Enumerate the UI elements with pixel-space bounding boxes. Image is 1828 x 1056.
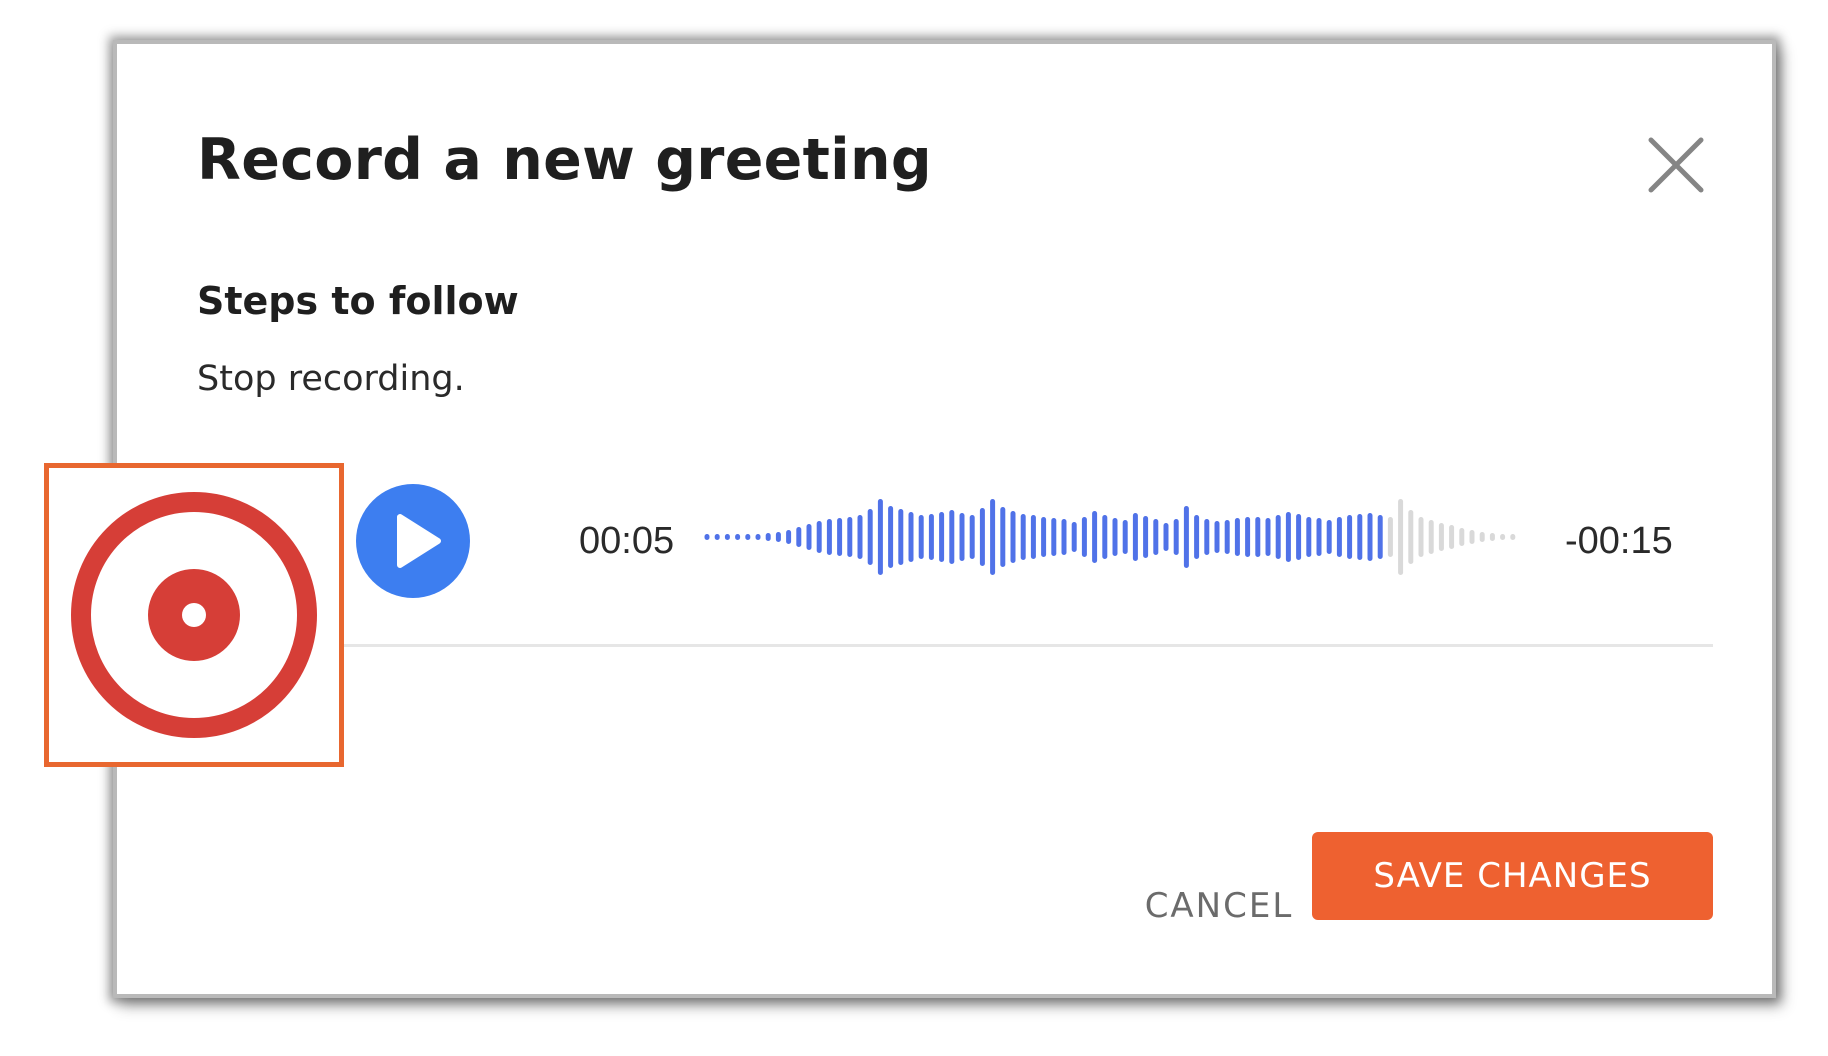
waveform-bar	[816, 521, 822, 553]
waveform-bar	[1010, 511, 1016, 563]
waveform-bar	[786, 530, 792, 544]
waveform-bar	[1245, 517, 1251, 557]
waveform-bar	[1357, 514, 1363, 560]
waveform-bar	[1469, 530, 1475, 544]
waveform-bar	[1275, 515, 1281, 559]
record-stop-icon[interactable]	[49, 468, 339, 762]
waveform-bar	[959, 513, 965, 561]
waveform-bar	[1234, 518, 1240, 556]
waveform-bar	[1449, 525, 1455, 549]
waveform-bar	[1398, 499, 1404, 575]
waveform-bar	[1510, 534, 1516, 540]
waveform-bar	[1143, 516, 1149, 558]
waveform-bar	[1132, 513, 1138, 561]
waveform-bar	[826, 519, 832, 555]
waveform-bar	[1336, 517, 1342, 557]
waveform-bar	[1316, 518, 1322, 556]
waveform-bar	[1418, 517, 1424, 557]
waveform-bar	[1102, 515, 1108, 559]
waveform-bar	[1326, 520, 1332, 554]
record-button-callout	[44, 463, 344, 767]
waveform-bar	[1153, 519, 1159, 555]
audio-waveform[interactable]	[702, 497, 1548, 577]
waveform-bar	[969, 515, 975, 559]
waveform-bar	[1030, 515, 1036, 559]
waveform-bar	[1183, 506, 1189, 568]
cancel-button[interactable]: CANCEL	[1119, 876, 1319, 936]
waveform-bar	[704, 534, 710, 540]
waveform-bar	[1255, 517, 1261, 557]
waveform-bar	[1347, 515, 1353, 559]
divider	[337, 644, 1713, 647]
waveform-bar	[765, 533, 771, 541]
audio-player: 00:05 -00:15	[117, 484, 1772, 606]
waveform-bar	[1163, 523, 1169, 551]
waveform-bar	[837, 518, 843, 556]
waveform-bar	[1204, 519, 1210, 555]
waveform-bar	[1285, 512, 1291, 562]
waveform-bar	[1041, 517, 1047, 557]
waveform-bar	[1194, 515, 1200, 559]
waveform-bar	[1489, 533, 1495, 541]
close-icon	[1648, 137, 1704, 193]
waveform-bar	[1000, 507, 1006, 567]
waveform-bar	[1377, 515, 1383, 559]
waveform-bar	[908, 512, 914, 562]
waveform-bar	[745, 534, 751, 540]
step-instruction: Stop recording.	[197, 359, 465, 399]
play-button[interactable]	[356, 484, 470, 598]
waveform-bar	[796, 527, 802, 547]
waveform-bar	[1112, 518, 1118, 556]
waveform-bar	[847, 517, 853, 557]
waveform-bar	[1306, 517, 1312, 557]
waveform-bar	[1092, 511, 1098, 563]
save-changes-button[interactable]: SAVE CHANGES	[1312, 832, 1713, 920]
waveform-bar	[755, 534, 761, 540]
waveform-bar	[1459, 528, 1465, 546]
waveform-bar	[1438, 523, 1444, 551]
waveform-bar	[1061, 519, 1067, 555]
waveform-bar	[1265, 518, 1271, 556]
waveform-bar	[1479, 532, 1485, 542]
waveform-bar	[939, 512, 945, 562]
waveform-bar	[724, 534, 730, 540]
waveform-bar	[806, 524, 812, 550]
waveform-bar	[867, 509, 873, 565]
waveform-bar	[1051, 518, 1057, 556]
close-button[interactable]	[1645, 134, 1707, 196]
waveform-bar	[1408, 510, 1414, 564]
waveform-bar	[1081, 517, 1087, 557]
waveform-bar	[775, 532, 781, 542]
waveform-bar	[1296, 514, 1302, 560]
waveform-bar	[714, 534, 720, 540]
waveform-bar	[888, 506, 894, 568]
waveform-bar	[979, 508, 985, 566]
waveform-bar	[1020, 514, 1026, 560]
waveform-bar	[928, 514, 934, 560]
waveform-bar	[990, 499, 996, 575]
dialog-title: Record a new greeting	[197, 127, 932, 193]
waveform-bar	[1122, 520, 1128, 554]
waveform-bar	[1224, 520, 1230, 554]
waveform-bar	[1500, 534, 1506, 540]
waveform-bar	[877, 499, 883, 575]
elapsed-time: 00:05	[579, 520, 675, 562]
waveform-bar	[918, 515, 924, 559]
record-greeting-dialog: Record a new greeting Steps to follow St…	[113, 40, 1776, 998]
waveform-bar	[1387, 517, 1393, 557]
waveform-bar	[949, 510, 955, 564]
waveform-bar	[1173, 519, 1179, 555]
waveform-bar	[1428, 520, 1434, 554]
waveform-bar	[1214, 521, 1220, 553]
waveform-bar	[857, 515, 863, 559]
waveform-bar	[898, 509, 904, 565]
waveform-bar	[1367, 513, 1373, 561]
waveform-bar	[1071, 522, 1077, 552]
steps-heading: Steps to follow	[197, 279, 519, 323]
remaining-time: -00:15	[1565, 520, 1673, 562]
play-icon	[397, 514, 441, 568]
waveform-bar	[735, 534, 741, 540]
